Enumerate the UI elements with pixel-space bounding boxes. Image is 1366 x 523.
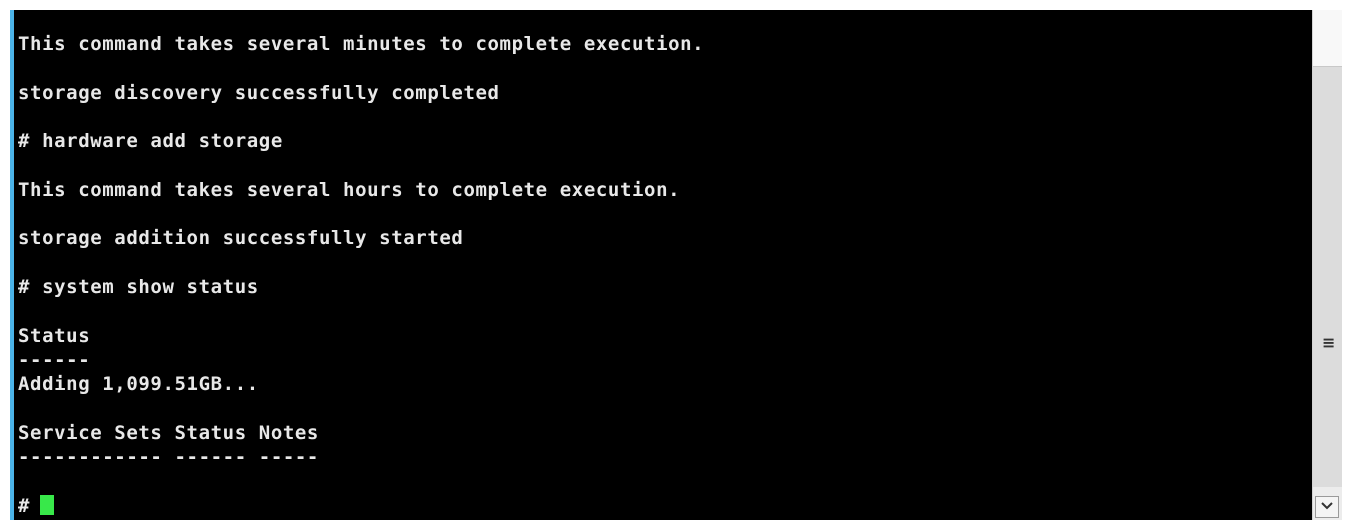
prompt-symbol: # xyxy=(18,494,31,517)
terminal-window: This command takes several minutes to co… xyxy=(0,0,1366,523)
terminal-frame[interactable]: This command takes several minutes to co… xyxy=(10,10,1312,520)
text-cursor xyxy=(40,494,55,515)
terminal-line: # hardware add storage xyxy=(18,130,283,153)
scrollbar-track[interactable] xyxy=(1313,10,1342,67)
terminal-line: storage discovery successfully completed xyxy=(18,81,500,104)
scrollbar-thumb[interactable]: ≡ xyxy=(1313,67,1342,487)
terminal-line: ------------ ------ ----- xyxy=(18,446,319,469)
terminal-line: This command takes several minutes to co… xyxy=(18,33,705,55)
terminal-output[interactable]: This command takes several minutes to co… xyxy=(18,32,1312,520)
grip-lines-icon: ≡ xyxy=(1322,333,1336,352)
terminal-line: # system show status xyxy=(18,275,259,298)
scroll-down-button[interactable] xyxy=(1315,496,1339,518)
terminal-line: Status xyxy=(18,324,91,347)
vertical-scrollbar[interactable]: ≡ xyxy=(1312,10,1342,520)
chevron-down-icon xyxy=(1321,502,1333,510)
terminal-line: storage addition successfully started xyxy=(18,227,464,250)
terminal-line: Adding 1,099.51GB... xyxy=(18,373,259,396)
command-prompt-line[interactable]: # xyxy=(18,494,1312,518)
terminal-line: This command takes several hours to comp… xyxy=(18,178,681,201)
terminal-line: ------ xyxy=(18,348,91,371)
terminal-line: Service Sets Status Notes xyxy=(18,421,319,444)
